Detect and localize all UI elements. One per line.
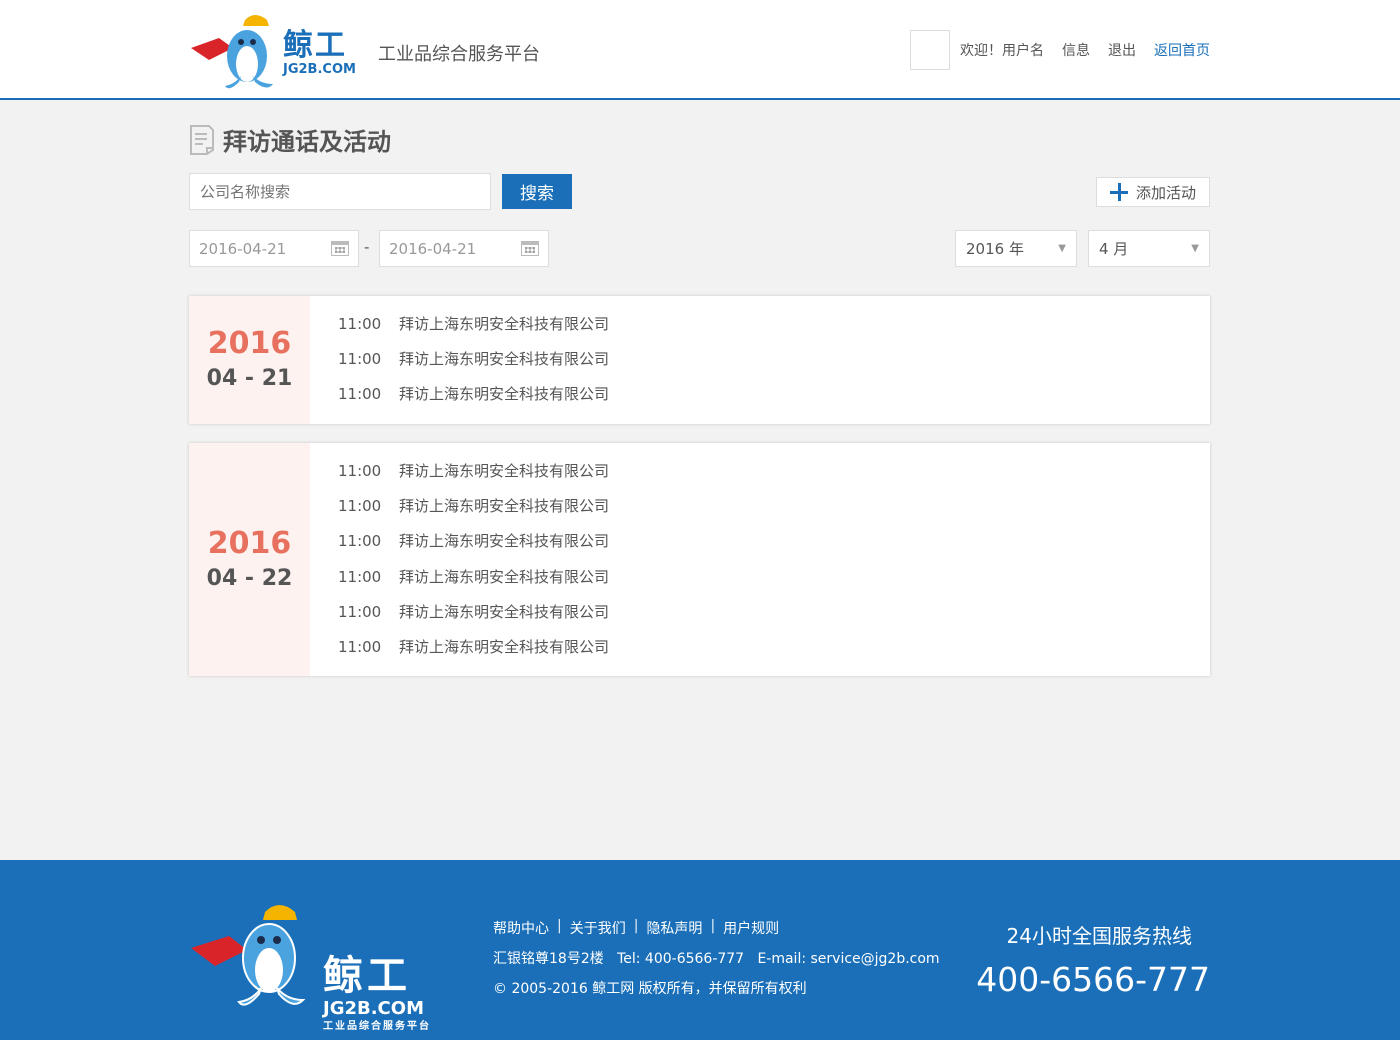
day-activity-list: 11:00 拜访上海东明安全科技有限公司 11:00 拜访上海东明安全科技有限公司 11… [310, 296, 609, 424]
footer-copyright: © 2005-2016 鲸工网 版权所有，并保留所有权利 [493, 981, 807, 997]
day-month-day: 04 - 21 [206, 366, 293, 391]
activity-item[interactable]: 11:00 拜访上海东明安全科技有限公司 [338, 344, 609, 379]
calendar-icon[interactable] [331, 241, 349, 256]
add-activity-button[interactable]: 添加活动 [1096, 177, 1210, 207]
day-year: 2016 [207, 326, 292, 361]
footer-link-rules[interactable]: 用户规则 [723, 918, 779, 938]
hotline-label: 24小时全国服务热线 [1006, 924, 1192, 948]
user-nav: 欢迎！用户名 信息 退出 返回首页 [910, 30, 1210, 70]
activity-text: 拜访上海东明安全科技有限公司 [399, 637, 610, 656]
footer-links: 帮助中心 | 关于我们 | 隐私声明 | 用户规则 [493, 918, 779, 938]
footer-link-about[interactable]: 关于我们 [570, 918, 626, 938]
activity-text: 拜访上海东明安全科技有限公司 [399, 350, 610, 369]
avatar[interactable] [910, 30, 950, 70]
activity-time: 11:00 [338, 497, 382, 516]
hotline-number: 400-6566-777 [976, 960, 1210, 999]
logo-en-text: JG2B.COM [283, 62, 356, 77]
activity-item[interactable]: 11:00 拜访上海东明安全科技有限公司 [338, 562, 609, 597]
page-title: 拜访通话及活动 [189, 122, 391, 157]
link-separator: | [710, 918, 716, 934]
site-footer: 鲸工 JG2B.COM 工业品综合服务平台 帮助中心 | 关于我们 | 隐私声明… [0, 860, 1400, 1040]
search-button[interactable]: 搜索 [502, 174, 572, 209]
start-date-value: 2016-04-21 [199, 239, 287, 258]
activity-text: 拜访上海东明安全科技有限公司 [399, 315, 610, 333]
link-separator: | [633, 918, 639, 934]
month-select[interactable]: 4 月 ▼ [1088, 230, 1210, 267]
dropdown-arrow-icon: ▼ [1058, 243, 1066, 254]
add-activity-label: 添加活动 [1135, 183, 1196, 202]
whale-mascot-icon [191, 905, 306, 1006]
footer-logo-cn: 鲸工 [323, 953, 411, 999]
welcome-text: 欢迎！用户名 [960, 43, 1044, 59]
footer-link-help[interactable]: 帮助中心 [493, 918, 549, 938]
activity-time: 11:00 [338, 602, 382, 621]
logo-cn-text: 鲸工 [283, 28, 347, 63]
activity-time: 11:00 [338, 637, 382, 656]
footer-logo[interactable]: 鲸工 JG2B.COM 工业品综合服务平台 [189, 896, 439, 1032]
company-search-input[interactable] [189, 173, 491, 210]
day-card: 2016 04 - 22 11:00 拜访上海东明安全科技有限公司 11:00 拜访上海东… [189, 443, 1210, 676]
day-month-day: 04 - 22 [206, 565, 293, 591]
month-select-value: 4 月 [1099, 240, 1129, 258]
date-separator: - [364, 238, 370, 256]
whale-mascot-icon [191, 15, 273, 89]
dropdown-arrow-icon: ▼ [1191, 243, 1199, 254]
activity-time: 11:00 [338, 462, 382, 480]
activity-item[interactable]: 11:00 拜访上海东明安全科技有限公司 [338, 379, 609, 414]
end-date-field[interactable]: 2016-04-21 [379, 230, 549, 267]
activity-item[interactable]: 11:00 拜访上海东明安全科技有限公司 [338, 456, 609, 491]
home-link[interactable]: 返回首页 [1154, 40, 1210, 60]
day-year: 2016 [207, 525, 292, 561]
activity-time: 11:00 [338, 532, 382, 551]
logout-link[interactable]: 退出 [1108, 40, 1136, 60]
day-card: 2016 04 - 21 11:00 拜访上海东明安全科技有限公司 11:00 拜访上海东… [189, 296, 1210, 424]
day-date-panel: 2016 04 - 21 [189, 296, 310, 424]
activity-text: 拜访上海东明安全科技有限公司 [399, 567, 610, 586]
plus-icon [1109, 183, 1128, 201]
activity-text: 拜访上海东明安全科技有限公司 [399, 602, 610, 621]
activity-item[interactable]: 11:00 拜访上海东明安全科技有限公司 [338, 491, 609, 526]
activity-time: 11:00 [338, 350, 382, 369]
end-date-value: 2016-04-21 [389, 239, 477, 258]
site-slogan: 工业品综合服务平台 [378, 44, 540, 65]
link-separator: | [557, 918, 562, 934]
footer-logo-sub: 工业品综合服务平台 [323, 1021, 431, 1032]
footer-address: 汇银铭尊18号2楼 Tel: 400-6566-777 E-mail: serv… [493, 951, 940, 967]
activity-item[interactable]: 11:00 拜访上海东明安全科技有限公司 [338, 597, 609, 632]
document-icon [190, 124, 214, 155]
info-link[interactable]: 信息 [1062, 40, 1090, 60]
footer-logo-en: JG2B.COM [323, 998, 424, 1019]
whale-logo[interactable]: 鲸工 JG2B.COM [189, 8, 361, 94]
calendar-icon[interactable] [521, 241, 539, 256]
site-header: 鲸工 JG2B.COM 工业品综合服务平台 欢迎！用户名 信息 退出 返回首页 [0, 0, 1400, 100]
start-date-field[interactable]: 2016-04-21 [189, 230, 359, 267]
activity-text: 拜访上海东明安全科技有限公司 [399, 497, 610, 516]
activity-time: 11:00 [338, 385, 382, 404]
activity-text: 拜访上海东明安全科技有限公司 [399, 532, 610, 551]
activity-text: 拜访上海东明安全科技有限公司 [399, 462, 610, 480]
activity-time: 11:00 [338, 567, 382, 586]
day-activity-list: 11:00 拜访上海东明安全科技有限公司 11:00 拜访上海东明安全科技有限公司 11… [310, 443, 609, 676]
activity-item[interactable]: 11:00 拜访上海东明安全科技有限公司 [338, 632, 609, 667]
activity-time: 11:00 [338, 315, 382, 333]
activity-item[interactable]: 11:00 拜访上海东明安全科技有限公司 [338, 309, 609, 344]
year-select-value: 2016 年 [966, 240, 1024, 258]
year-select[interactable]: 2016 年 ▼ [955, 230, 1077, 267]
activity-text: 拜访上海东明安全科技有限公司 [399, 385, 610, 404]
activity-item[interactable]: 11:00 拜访上海东明安全科技有限公司 [338, 526, 609, 561]
day-date-panel: 2016 04 - 22 [189, 443, 310, 676]
footer-link-privacy[interactable]: 隐私声明 [646, 918, 702, 938]
page-title-text: 拜访通话及活动 [223, 128, 391, 156]
